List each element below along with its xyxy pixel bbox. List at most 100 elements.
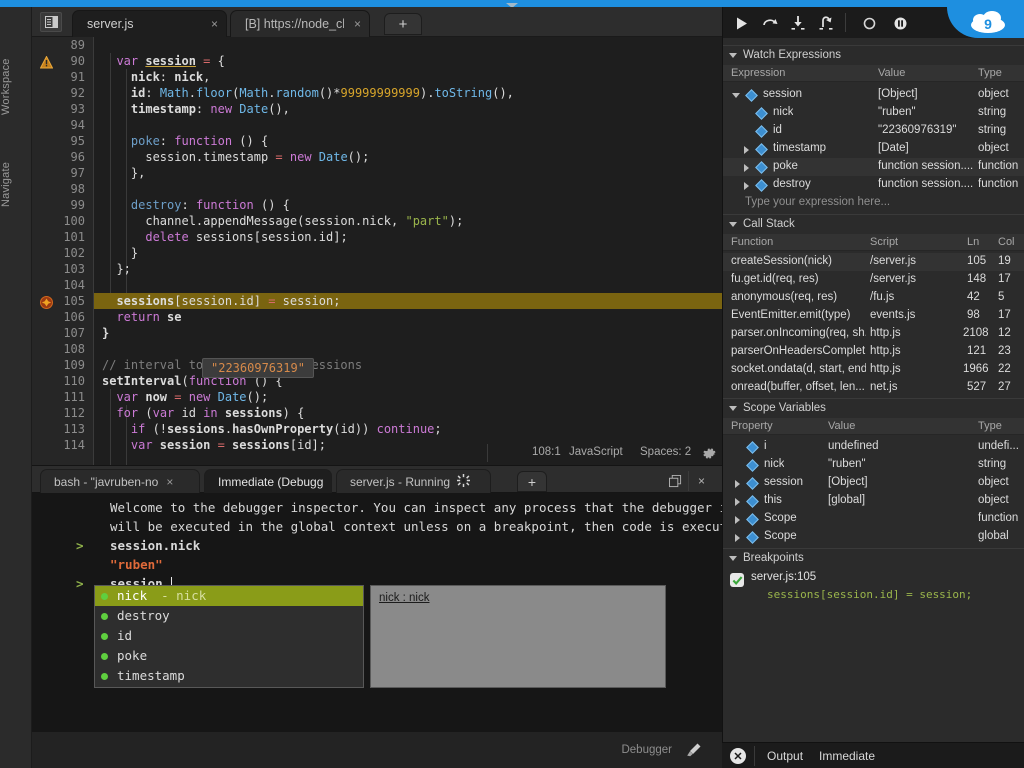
expand-toggle-icon[interactable]: [735, 480, 740, 488]
scope-row[interactable]: nick "ruben" string: [723, 456, 1024, 474]
expand-toggle-icon[interactable]: [732, 93, 740, 98]
callstack-row[interactable]: socket.ondata(d, start, end) http.js 196…: [723, 361, 1024, 379]
pause-icon[interactable]: [889, 14, 911, 32]
left-rail: Workspace Navigate: [0, 7, 32, 768]
breakpoint-item[interactable]: server.js:105 sessions[session.id] = ses…: [723, 570, 1024, 604]
breakpoint-checkbox[interactable]: [730, 573, 744, 587]
editor-tab-label: [B] https://node_chat: [245, 17, 344, 31]
watch-expression: session: [763, 88, 802, 100]
autocomplete-list[interactable]: nick - nick destroy id poke timestamp: [94, 585, 364, 688]
autocomplete-item[interactable]: timestamp: [95, 666, 363, 686]
code-editor[interactable]: 89 90 91 92 93 94 95 96 97 98 99 100 101 102 103 104 105…: [32, 37, 722, 465]
console-tab-immediate[interactable]: Immediate (Debugg ×: [204, 469, 332, 494]
brush-icon[interactable]: [686, 742, 702, 763]
scope-row[interactable]: Scope function: [723, 510, 1024, 528]
gear-icon[interactable]: [702, 446, 717, 464]
step-into-icon[interactable]: [787, 14, 809, 32]
restore-icon[interactable]: [662, 471, 688, 491]
code-line: destroy: function () {: [102, 198, 290, 212]
expand-toggle-icon[interactable]: [735, 534, 740, 542]
callstack-col: 17: [998, 273, 1011, 285]
record-icon[interactable]: [858, 14, 880, 32]
expand-toggle-icon[interactable]: [735, 516, 740, 524]
autocomplete-doc-title: nick : nick: [379, 592, 430, 604]
editor-gutter[interactable]: 89 90 91 92 93 94 95 96 97 98 99 100 101 102 103 104 105…: [32, 37, 94, 465]
scope-row[interactable]: i undefined undefi...: [723, 438, 1024, 456]
section-header-callstack[interactable]: Call Stack: [723, 214, 1024, 233]
editor-tab-close-icon[interactable]: ×: [211, 17, 218, 31]
expand-toggle-icon[interactable]: [735, 498, 740, 506]
callstack-row[interactable]: parser.onIncoming(req, sh... http.js 210…: [723, 325, 1024, 343]
scope-type: undefi...: [978, 440, 1019, 452]
watch-row-selected[interactable]: poke function session.... function: [723, 158, 1024, 176]
autocomplete-hint: - nick: [161, 588, 207, 603]
watch-row[interactable]: destroy function session.... function: [723, 176, 1024, 194]
autocomplete-item[interactable]: destroy: [95, 606, 363, 626]
callstack-script: http.js: [870, 327, 901, 339]
status-language[interactable]: JavaScript: [569, 446, 623, 458]
scope-row[interactable]: session [Object] object: [723, 474, 1024, 492]
autocomplete-item[interactable]: nick - nick: [95, 586, 363, 606]
watch-value: [Object]: [878, 88, 918, 100]
new-console-tab-button[interactable]: +: [517, 471, 547, 492]
tab-immediate[interactable]: Immediate: [819, 749, 875, 763]
line-number: 107: [63, 326, 85, 340]
watch-expression: poke: [773, 160, 798, 172]
expand-toggle-icon[interactable]: [744, 146, 749, 154]
close-panel-icon[interactable]: ×: [688, 471, 714, 491]
console-tab-close-icon[interactable]: ×: [331, 475, 332, 489]
console-tab-close-icon[interactable]: ×: [166, 475, 173, 489]
autocomplete-item[interactable]: id: [95, 626, 363, 646]
scope-property: i: [764, 440, 767, 452]
watch-expression: destroy: [773, 178, 811, 190]
status-indentation[interactable]: Spaces: 2: [640, 446, 691, 458]
callstack-row-active[interactable]: createSession(nick) /server.js 105 19: [723, 253, 1024, 271]
autocomplete-item[interactable]: poke: [95, 646, 363, 666]
step-over-icon[interactable]: [759, 14, 781, 32]
console-tab-label: Immediate (Debugg: [218, 475, 324, 489]
watch-expression-input[interactable]: Type your expression here...: [723, 194, 1024, 212]
scope-value: undefined: [828, 440, 879, 452]
section-title: Watch Expressions: [743, 49, 841, 61]
variable-icon: [746, 477, 759, 490]
watch-column-headers: Expression Value Type: [723, 65, 1024, 82]
section-header-breakpoints[interactable]: Breakpoints: [723, 548, 1024, 567]
editor-tab-node-chat[interactable]: [B] https://node_chat ×: [230, 10, 370, 37]
expand-toggle-icon[interactable]: [744, 182, 749, 190]
scope-row[interactable]: this [global] object: [723, 492, 1024, 510]
console-tab-server-running[interactable]: server.js - Running: [336, 469, 491, 494]
rail-item-workspace[interactable]: Workspace: [0, 25, 32, 115]
scope-type: string: [978, 458, 1007, 470]
step-out-icon[interactable]: [815, 14, 837, 32]
expand-toggle-icon[interactable]: [744, 164, 749, 172]
scope-property: Scope: [764, 530, 797, 542]
new-editor-tab-button[interactable]: +: [384, 13, 422, 35]
resume-icon[interactable]: [731, 14, 753, 32]
section-header-scope[interactable]: Scope Variables: [723, 398, 1024, 417]
watch-row[interactable]: timestamp [Date] object: [723, 140, 1024, 158]
close-circle-icon[interactable]: ✕: [730, 748, 746, 764]
watch-row[interactable]: session [Object] object: [723, 86, 1024, 104]
code-content[interactable]: var session = { nick: nick, id: Math.flo…: [94, 37, 722, 465]
window-top-strip: [0, 0, 1024, 8]
console-tab-bash[interactable]: bash - "javruben-no ×: [40, 469, 200, 494]
editor-tab-server-js[interactable]: server.js ×: [72, 10, 227, 37]
line-number: 99: [70, 198, 85, 212]
panel-toggle-icon[interactable]: [40, 12, 62, 32]
callstack-row[interactable]: EventEmitter.emit(type) events.js 98 17: [723, 307, 1024, 325]
scope-row[interactable]: Scope global: [723, 528, 1024, 546]
rail-item-navigate[interactable]: Navigate: [0, 127, 32, 207]
status-cursor-position[interactable]: 108:1: [532, 446, 561, 458]
watch-row[interactable]: nick "ruben" string: [723, 104, 1024, 122]
callstack-row[interactable]: parserOnHeadersComplet... http.js 121 23: [723, 343, 1024, 361]
callstack-row[interactable]: anonymous(req, res) /fu.js 42 5: [723, 289, 1024, 307]
callstack-row[interactable]: fu.get.id(req, res) /server.js 148 17: [723, 271, 1024, 289]
tab-output[interactable]: Output: [767, 749, 803, 763]
section-header-watch[interactable]: Watch Expressions: [723, 45, 1024, 64]
callstack-row[interactable]: onread(buffer, offset, len... net.js 527…: [723, 379, 1024, 397]
breakpoint-location: server.js:105: [751, 571, 817, 583]
watch-row[interactable]: id "22360976319" string: [723, 122, 1024, 140]
editor-tab-close-icon[interactable]: ×: [354, 17, 361, 31]
chevron-down-icon: [729, 555, 737, 561]
